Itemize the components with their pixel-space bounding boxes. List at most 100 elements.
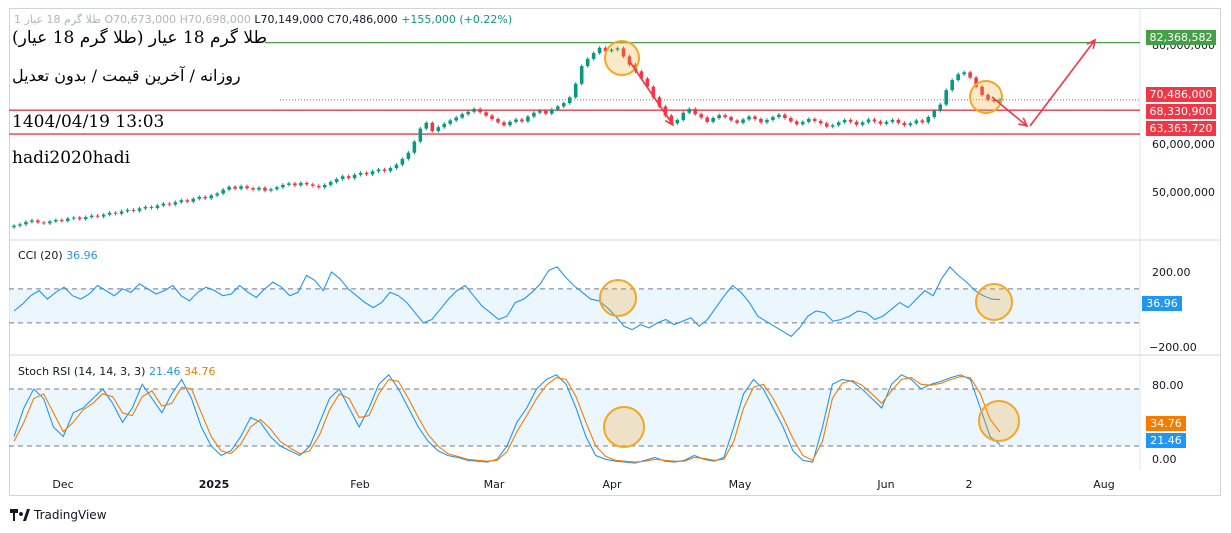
stoch-name: Stoch RSI (14, 14, 3, 3) (18, 365, 146, 378)
candle (824, 123, 829, 127)
candle (161, 203, 166, 206)
price-tick: 50,000,000 (1152, 186, 1215, 199)
candle (436, 127, 441, 131)
candle (866, 119, 871, 123)
candle (281, 184, 285, 188)
candle (370, 171, 375, 175)
candle (275, 187, 279, 190)
highlight-circle (969, 80, 1003, 114)
candle (71, 217, 76, 219)
candle (555, 106, 560, 110)
candle (245, 186, 249, 189)
candle (890, 119, 895, 122)
candle (735, 120, 739, 123)
candle (221, 189, 225, 194)
candle (48, 221, 52, 224)
candle (143, 206, 148, 209)
candle (848, 119, 853, 122)
candle (860, 122, 865, 125)
candle (561, 103, 566, 107)
candle (185, 200, 190, 202)
candle (149, 206, 154, 208)
candle (376, 169, 381, 172)
stoch-k-value: 21.46 (148, 365, 181, 378)
candle (382, 169, 387, 171)
candle (693, 108, 698, 115)
candle (579, 66, 584, 84)
candle (896, 119, 901, 123)
candle (18, 224, 22, 226)
candle (472, 108, 476, 112)
chart-datetime: 1404/04/19 13:03 (12, 112, 165, 132)
candle (430, 122, 435, 131)
candle (125, 209, 130, 212)
candle (484, 112, 488, 116)
low-value: L70,149,000 (254, 13, 324, 26)
candle (878, 121, 883, 124)
time-tick: Mar (483, 478, 505, 491)
time-tick: May (728, 478, 752, 491)
time-tick: Aug (1093, 478, 1115, 491)
candle (107, 212, 112, 215)
candle (687, 108, 692, 113)
candle (806, 118, 811, 122)
candle (364, 172, 369, 175)
candle (926, 117, 931, 123)
highlight-circle (978, 400, 1020, 442)
candle (872, 119, 877, 122)
candle (765, 119, 769, 123)
tradingview-text: TradingView (34, 508, 107, 522)
candle (573, 83, 578, 98)
change-value: +155,000 (+0.22%) (401, 13, 513, 26)
candle (137, 208, 142, 211)
candle (795, 121, 799, 125)
candle (406, 152, 411, 159)
highlight-circle (603, 406, 645, 448)
candle (54, 219, 58, 222)
candle (705, 117, 709, 122)
annotations[interactable] (599, 38, 1097, 448)
candle (239, 186, 243, 189)
candle (89, 215, 94, 218)
candle (412, 141, 417, 153)
candle (328, 181, 333, 185)
candle (836, 122, 841, 126)
candle (233, 186, 237, 189)
candle (717, 115, 721, 119)
candle (215, 193, 219, 196)
candle (801, 121, 805, 125)
candle (119, 211, 124, 214)
highlight-circle (975, 283, 1013, 321)
projection-arrow-down (629, 61, 674, 126)
candle (269, 189, 273, 191)
candle (334, 179, 339, 182)
cci-value: 36.96 (66, 249, 98, 262)
time-tick: Jun (877, 478, 895, 491)
tradingview-logo[interactable]: TradingView (10, 508, 107, 522)
time-tick: 2 (965, 478, 973, 491)
candle (759, 118, 763, 123)
candle (550, 109, 554, 114)
candle (914, 120, 919, 124)
cci-tick: 200.00 (1152, 266, 1191, 279)
candle (729, 117, 733, 121)
candle (394, 164, 399, 169)
candle (60, 219, 64, 221)
candle (597, 47, 602, 54)
candle (753, 116, 757, 119)
candle (544, 110, 548, 114)
candle (777, 114, 781, 118)
projection-arrow-up (1029, 39, 1096, 127)
candle (520, 119, 524, 122)
candle (83, 217, 88, 220)
candle (203, 196, 208, 199)
candle (257, 187, 261, 190)
candle (514, 119, 518, 122)
candle (460, 114, 464, 118)
candle (675, 119, 680, 124)
candle (388, 168, 393, 171)
candle (155, 205, 160, 208)
time-tick: Apr (602, 478, 622, 491)
candle (496, 118, 500, 123)
stoch-k-tag: 21.46 (1146, 433, 1186, 448)
